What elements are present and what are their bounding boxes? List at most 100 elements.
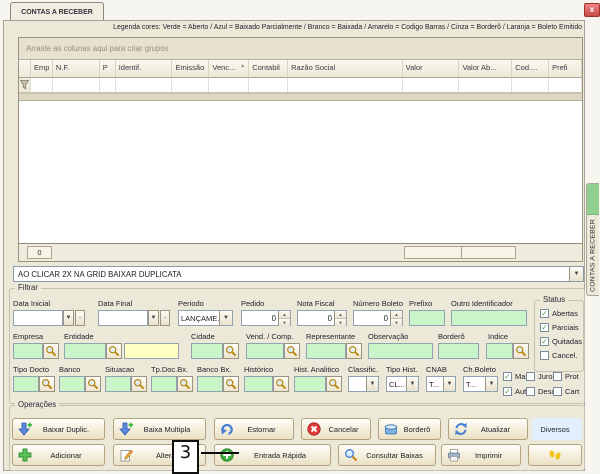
banco-bx-input[interactable] [197, 376, 223, 392]
spinner-icons[interactable]: ▲▼ [278, 311, 290, 325]
grid-filter-cell[interactable] [288, 78, 403, 93]
checkbox-quitadas[interactable]: Quitadas [540, 337, 582, 346]
situacao-input[interactable] [105, 376, 131, 392]
cidade-input[interactable] [191, 343, 223, 359]
cancelar-button[interactable]: Cancelar [301, 418, 371, 440]
checkbox-prot[interactable]: Prot [553, 372, 579, 381]
vend-comp-input[interactable] [246, 343, 284, 359]
tp-doc-bx-input[interactable] [151, 376, 177, 392]
checkbox-desc[interactable]: Desc [526, 387, 555, 396]
outro-identificador-input[interactable] [451, 310, 527, 326]
column-header-raz-o-social[interactable]: Razão Social [288, 60, 403, 78]
imprimir-button[interactable]: Imprimir [441, 444, 521, 466]
grid-filter-cell[interactable] [249, 78, 288, 93]
data-final-dropdown-icon[interactable]: ▼ [148, 310, 159, 326]
footprints-button[interactable] [528, 444, 582, 466]
data-final-clear-button[interactable]: - [160, 310, 170, 326]
grid-filter-cell[interactable] [403, 78, 460, 93]
column-header-valor[interactable]: Valor [403, 60, 460, 78]
indice-input[interactable] [486, 343, 513, 359]
checkbox-abertas[interactable]: Abertas [540, 309, 578, 318]
grid-filter-cell[interactable] [512, 78, 549, 93]
data-inicial-dropdown-icon[interactable]: ▼ [63, 310, 74, 326]
observacao-input[interactable] [368, 343, 433, 359]
consultar-baixas-button[interactable]: Consultar Baixas [338, 444, 436, 466]
grid-filter-cell[interactable] [209, 78, 249, 93]
representante-lookup-button[interactable] [346, 343, 362, 359]
grid-filter-cell[interactable] [31, 78, 53, 93]
tab-contas-a-receber[interactable]: CONTAS A RECEBER [10, 2, 104, 21]
bordero-input[interactable] [438, 343, 479, 359]
historico-lookup-button[interactable] [273, 376, 289, 392]
cnab-select[interactable]: T... ▼ [426, 376, 456, 392]
grid-body[interactable] [19, 101, 582, 243]
grid-action-combo[interactable]: AO CLICAR 2X NA GRID BAIXAR DUPLICATA ▼ [13, 266, 584, 282]
entrada-rapida-button[interactable]: Entrada Rápida [214, 444, 331, 466]
hist-analitico-lookup-button[interactable] [326, 376, 342, 392]
checkbox-cancel[interactable]: Cancel. [540, 351, 577, 360]
column-header-contabil[interactable]: Contabil [249, 60, 288, 78]
grid-filter-cell[interactable] [100, 78, 116, 93]
prefixo-input[interactable] [409, 310, 445, 326]
situacao-lookup-button[interactable] [131, 376, 147, 392]
grid-filter-cell[interactable] [53, 78, 100, 93]
data-inicial-input[interactable] [13, 310, 63, 326]
filter-funnel-cell[interactable] [19, 78, 31, 93]
checkbox-juros[interactable]: Juros [526, 372, 556, 381]
tp-doc-bx-lookup-button[interactable] [177, 376, 193, 392]
column-header-emiss-o[interactable]: Emissão [172, 60, 209, 78]
data-inicial-clear-button[interactable]: - [75, 310, 85, 326]
hist-analitico-input[interactable] [294, 376, 326, 392]
spinner-icons[interactable]: ▲▼ [390, 311, 402, 325]
bordero-button[interactable]: Borderô [378, 418, 441, 440]
checkbox-aut[interactable]: Aut [503, 387, 526, 396]
empresa-lookup-button[interactable] [43, 343, 59, 359]
chevron-down-icon[interactable]: ▼ [569, 267, 583, 281]
chevron-down-icon[interactable]: ▼ [366, 377, 378, 391]
column-header-valor-ab-[interactable]: Valor Ab... [459, 60, 512, 78]
periodo-select[interactable]: LANÇAME... ▼ [178, 310, 233, 326]
representante-input[interactable] [306, 343, 346, 359]
close-button[interactable]: x [584, 3, 600, 17]
side-tab-contas-a-receber[interactable]: CONTAS A RECEBER [586, 183, 599, 296]
tipo-docto-input[interactable] [13, 376, 39, 392]
adicionar-button[interactable]: Adicionar [12, 444, 105, 466]
column-header-emp[interactable]: Emp [31, 60, 53, 78]
entidade-name-input[interactable] [124, 343, 179, 359]
banco-bx-lookup-button[interactable] [223, 376, 239, 392]
estornar-button[interactable]: Estornar [214, 418, 294, 440]
baixa-multipla-button[interactable]: Baixa Multipla [113, 418, 206, 440]
entidade-lookup-button[interactable] [106, 343, 122, 359]
banco-lookup-button[interactable] [85, 376, 101, 392]
grid-filter-cell[interactable] [116, 78, 173, 93]
checkbox-parciais[interactable]: Parciais [540, 323, 579, 332]
cidade-lookup-button[interactable] [223, 343, 239, 359]
entidade-input[interactable] [64, 343, 106, 359]
checkbox-cart[interactable]: Cart [553, 387, 579, 396]
grid-filter-cell[interactable] [549, 78, 582, 93]
numero-boleto-stepper[interactable]: 0 ▲▼ [353, 310, 403, 326]
spinner-icons[interactable]: ▲▼ [334, 311, 346, 325]
atualizar-button[interactable]: Atualizar [448, 418, 528, 440]
column-header-cod-[interactable]: Cod.... [512, 60, 549, 78]
chevron-down-icon[interactable]: ▼ [219, 311, 232, 325]
chevron-down-icon[interactable]: ▼ [443, 377, 455, 391]
indice-lookup-button[interactable] [513, 343, 529, 359]
banco-input[interactable] [59, 376, 85, 392]
nota-fiscal-stepper[interactable]: 0 ▲▼ [297, 310, 347, 326]
ch-boleto-select[interactable]: T... ▼ [463, 376, 498, 392]
pedido-stepper[interactable]: 0 ▲▼ [241, 310, 291, 326]
data-final-input[interactable] [98, 310, 148, 326]
chevron-down-icon[interactable]: ▼ [406, 377, 418, 391]
diversos-button[interactable]: Diversos [532, 418, 582, 440]
empresa-input[interactable] [13, 343, 43, 359]
grid-filter-cell[interactable] [459, 78, 512, 93]
vend-comp-lookup-button[interactable] [284, 343, 300, 359]
column-header-p[interactable]: P [100, 60, 116, 78]
column-header-venc-[interactable]: Venc...▲ [209, 60, 249, 78]
historico-input[interactable] [244, 376, 273, 392]
group-by-bar[interactable]: Arraste as colunas aqui para criar grupo… [19, 38, 582, 60]
tipo-hist-select[interactable]: CL... ▼ [386, 376, 419, 392]
grid-filter-cell[interactable] [172, 78, 209, 93]
classific-select[interactable]: ▼ [348, 376, 379, 392]
